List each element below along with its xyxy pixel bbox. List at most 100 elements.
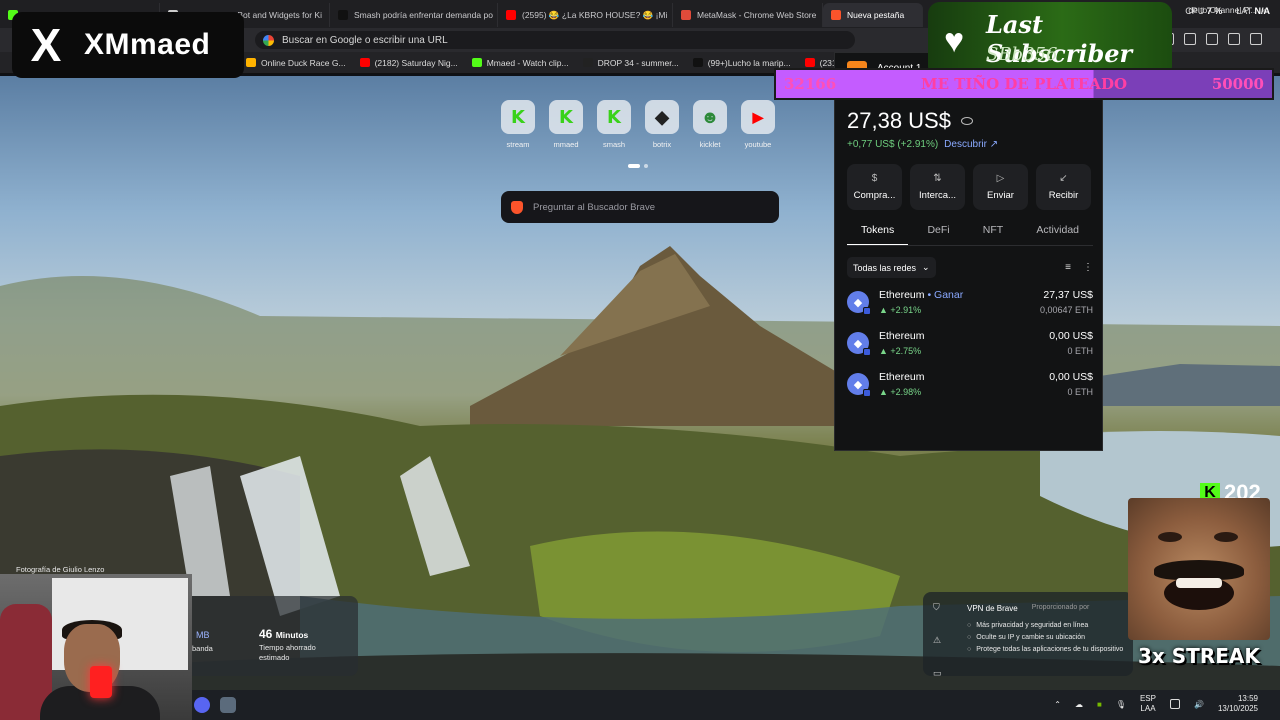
language-indicator[interactable]: ESP LAA [1140, 694, 1156, 714]
system-tray: ⌃ ☁ ■ 🎙 ESP LAA 🔊 13:59 13/10/2025 [1054, 694, 1258, 714]
wallet-action-button[interactable]: ↙ Recibir [1036, 164, 1091, 210]
vpn-card-icons: ⛉ ⚠ ▭ [933, 602, 942, 679]
token-balance: 27,37 US$ 0,00647 ETH [1040, 289, 1093, 315]
token-name: Ethereum [879, 289, 925, 301]
top-site-label: smash [602, 140, 626, 149]
discover-link[interactable]: Descubrir ↗ [944, 139, 998, 150]
browser-tab[interactable]: Smash podría enfrentar demanda po [330, 3, 498, 27]
video-icon[interactable]: ▭ [933, 668, 942, 679]
tab-title: (2595) 😂 ¿La KBRO HOUSE? 😂 ¡Mi [522, 9, 668, 20]
bookmark-item[interactable]: Mmaed - Watch clip... [471, 57, 569, 68]
microphone-icon[interactable]: 🎙 [1116, 700, 1126, 709]
bookmark-favicon-icon [804, 58, 815, 67]
token-info: Ethereum • Ganar ▲ +2.91% [879, 289, 1030, 315]
token-row[interactable]: ◆ Ethereum • Ganar ▲ +2.91% 27,37 US$ 0,0064… [847, 284, 1093, 320]
network-filter-button[interactable]: Todas las redes ⌄ [847, 257, 936, 278]
chevron-down-icon: ⌄ [922, 262, 930, 272]
network-icon[interactable] [1169, 699, 1180, 709]
menu-icon[interactable] [1250, 33, 1262, 45]
sort-icon[interactable]: ≡ [1065, 262, 1071, 273]
vpn-card[interactable]: ⛉ ⚠ ▭ VPN de Brave Proporcionado por Más… [923, 592, 1133, 679]
balance-change: +0,77 US$ (+2.91%) [847, 139, 939, 150]
wallet-action-button[interactable]: $ Compra... [847, 164, 902, 210]
keyboard-layout: LAA [1140, 704, 1156, 713]
bookmark-label: Mmaed - Watch clip... [486, 57, 569, 68]
network-filter-label: Todas las redes [853, 262, 917, 273]
channel-name: XMmaed [84, 28, 211, 61]
bookmark-item[interactable]: DROP 34 - summer... [582, 58, 679, 68]
minutes-number: 46 [259, 627, 273, 641]
windows-taskbar: ⌃ ☁ ■ 🎙 ESP LAA 🔊 13:59 13/10/2025 [192, 690, 1280, 720]
bookmark-label: (99+)Lucho la marip... [707, 57, 791, 68]
wallet-action-button[interactable]: ▷ Enviar [973, 164, 1028, 210]
browser-tab[interactable]: (2595) 😂 ¿La KBRO HOUSE? 😂 ¡Mi [498, 3, 673, 27]
token-change: ▲ +2.91% [879, 305, 922, 315]
wallet-icon[interactable] [1184, 33, 1196, 45]
bookmark-favicon-icon [359, 58, 370, 67]
token-balance: 0,00 US$ 0 ETH [1049, 371, 1093, 397]
top-site-tile[interactable]: ▶ youtube [740, 100, 776, 149]
nvidia-icon[interactable]: ■ [1097, 700, 1102, 709]
browser-tab[interactable]: MetaMask - Chrome Web Store [673, 3, 823, 27]
wallet-tab[interactable]: Actividad [1022, 221, 1093, 246]
browser-tab[interactable]: Nueva pestaña [823, 3, 923, 27]
top-site-tile[interactable]: Kmmaed [548, 100, 584, 149]
wallet-tab[interactable]: Tokens [847, 221, 909, 246]
network-badge-icon [863, 389, 871, 397]
shield-icon[interactable]: ⛉ [933, 602, 942, 613]
shield-icon[interactable] [1228, 33, 1240, 45]
top-site-tile[interactable]: Kstream [500, 100, 536, 149]
omnibox[interactable]: Buscar en Google o escribir una URL [255, 31, 855, 49]
vpn-feature-item: Más privacidad y seguridad en línea [967, 622, 1123, 629]
wallet-action-button[interactable]: ⇅ Interca... [910, 164, 965, 210]
token-row[interactable]: ◆ Ethereum ▲ +2.98% 0,00 US$ 0 ETH [847, 366, 1093, 402]
calculator-icon[interactable] [220, 697, 236, 713]
brave-search-box[interactable]: Preguntar al Buscador Brave [501, 191, 779, 223]
time-saved-value: 46 Minutos [259, 627, 308, 641]
cloud-icon[interactable]: ☁ [1075, 700, 1083, 709]
token-change: ▲ +2.75% [879, 346, 922, 356]
earn-link[interactable]: • Ganar [927, 289, 963, 301]
token-row[interactable]: ◆ Ethereum ▲ +2.75% 0,00 US$ 0 ETH [847, 325, 1093, 361]
top-site-label: stream [506, 140, 530, 149]
token-info: Ethereum ▲ +2.75% [879, 330, 1039, 356]
eye-icon[interactable] [960, 117, 973, 125]
top-site-label: kicklet [699, 140, 721, 149]
omnibox-placeholder: Buscar en Google o escribir una URL [282, 34, 448, 46]
bookmark-truncated[interactable]: de to Channel P... [1188, 5, 1255, 15]
ethereum-icon: ◆ [847, 373, 871, 397]
wallet-tab[interactable]: NFT [969, 221, 1017, 246]
token-name-row: Ethereum [879, 330, 1039, 342]
top-site-tile[interactable]: Ksmash [596, 100, 632, 149]
goal-target: 50000 [1211, 75, 1264, 93]
clock-date: 13/10/2025 [1217, 704, 1258, 713]
top-site-tile[interactable]: ◆ botrix [644, 100, 680, 149]
chevron-up-icon[interactable]: ⌃ [1054, 700, 1061, 709]
top-site-youtube-icon: ▶ [741, 100, 775, 134]
token-name-row: Ethereum • Ganar [879, 289, 1030, 301]
wallet-tab[interactable]: DeFi [913, 221, 963, 246]
top-site-tile[interactable]: ☻ kicklet [692, 100, 728, 149]
wallet-action-icon: ▷ [996, 173, 1005, 184]
network-badge-icon [863, 348, 871, 356]
leo-ai-icon[interactable] [1206, 33, 1218, 45]
token-amount: 0,00647 ETH [1039, 305, 1093, 315]
photo-credit[interactable]: Fotografía de Giulio Lenzo [16, 565, 104, 574]
token-change: ▲ +2.98% [879, 387, 922, 397]
bookmark-item[interactable]: (2182) Saturday Nig... [359, 58, 458, 68]
volume-icon[interactable]: 🔊 [1194, 700, 1204, 709]
bookmark-favicon-icon [246, 58, 256, 67]
token-balance: 0,00 US$ 0 ETH [1049, 330, 1093, 356]
external-link-icon: ↗ [989, 139, 999, 150]
more-options-icon[interactable]: ⋮ [1083, 262, 1093, 273]
discord-icon[interactable] [194, 697, 210, 713]
bookmark-item[interactable]: (99+)Lucho la marip... [692, 57, 791, 68]
bookmark-item[interactable]: Online Duck Race G... [246, 58, 346, 68]
clock[interactable]: 13:59 13/10/2025 [1218, 694, 1258, 714]
bookmarks-more-button[interactable]: » [1261, 5, 1266, 15]
time-saved-label: Tiempo ahorrado estimado [259, 643, 316, 662]
tabs-divider [847, 245, 1093, 246]
top-sites-pager[interactable] [628, 164, 648, 168]
wallet-actions: $ Compra... ⇅ Interca... ▷ Enviar ↙ Recibir [847, 164, 1091, 210]
warning-icon[interactable]: ⚠ [933, 635, 942, 646]
